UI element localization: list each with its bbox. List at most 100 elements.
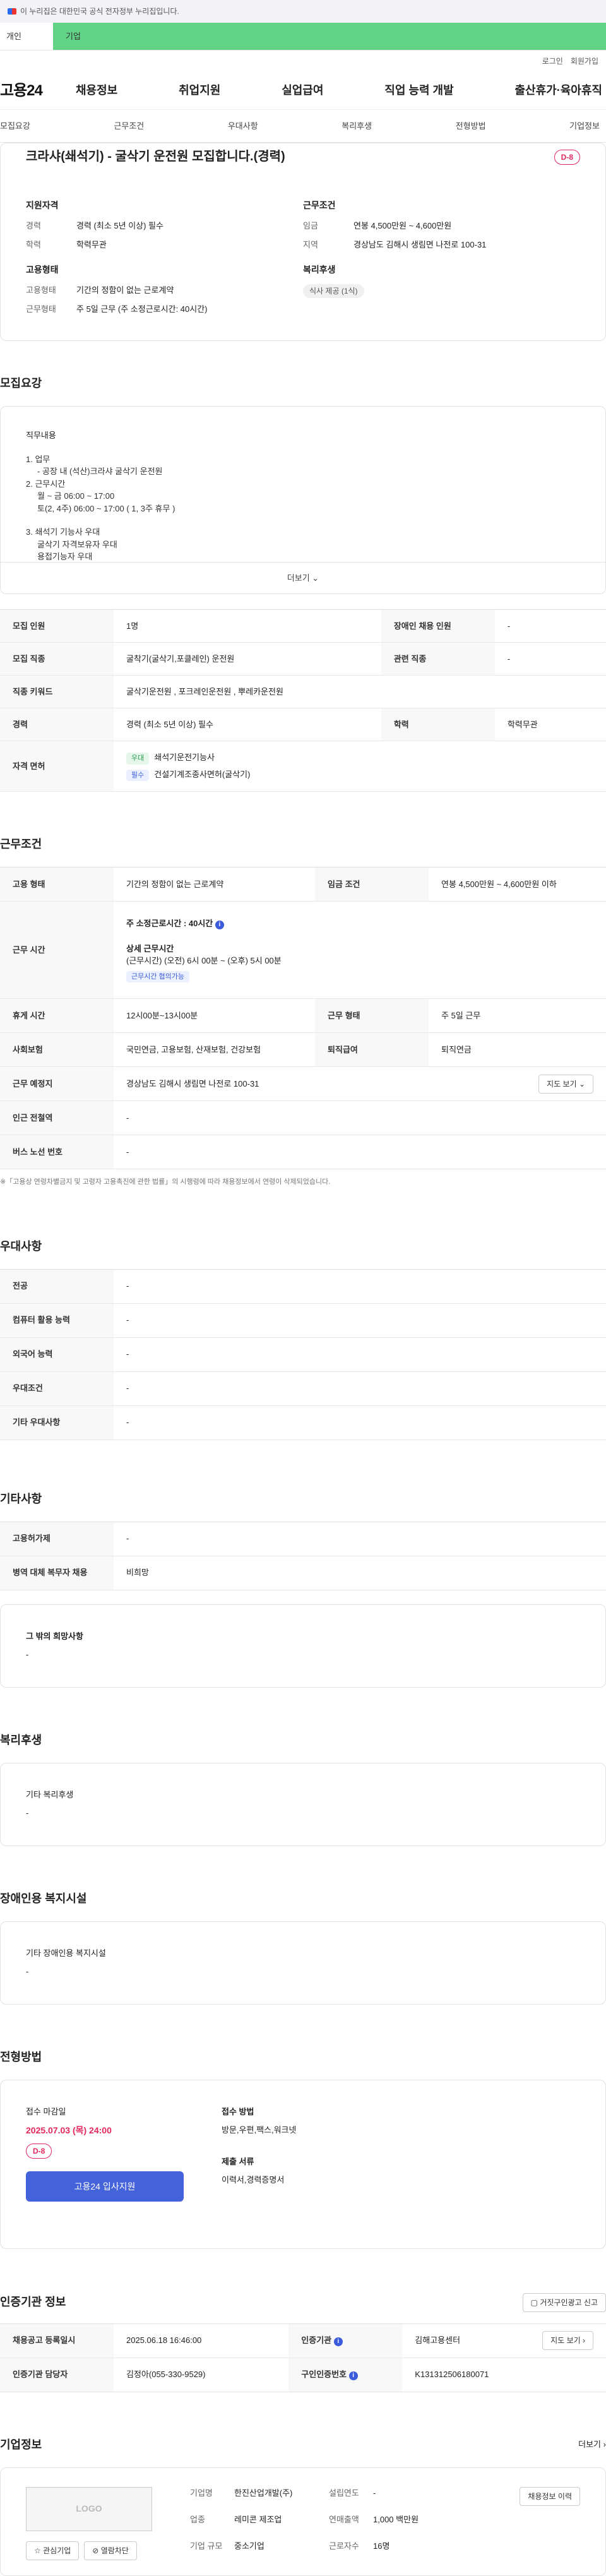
block-icon: ⊘ (92, 2546, 99, 2555)
td: 주 5일 근무 (429, 998, 606, 1033)
td: 경력 (최소 5년 이상) 필수 (114, 708, 381, 741)
history-button[interactable]: 채용정보 이력 (520, 2486, 580, 2506)
gov-banner: 이 누리집은 대한민국 공식 전자정부 누리집입니다. (0, 0, 606, 23)
login-link[interactable]: 로그인 (542, 56, 563, 67)
disabled-value: - (26, 1967, 29, 1976)
info-icon[interactable]: i (348, 2371, 358, 2381)
td: - (114, 1303, 606, 1338)
co-industry-value: 레미콘 제조업 (234, 2514, 282, 2524)
more-label: 더보기 (287, 573, 310, 583)
fav-label: 관심기업 (43, 2546, 71, 2555)
career-label: 경력 (26, 221, 41, 230)
gnb-item-leave[interactable]: 출산휴가·육아휴직 (515, 82, 602, 99)
work-table: 고용 형태 기간의 정함이 없는 근로계약 임금 조건 연봉 4,500만원 ~… (0, 867, 606, 1169)
snb-company[interactable]: 기업정보 (569, 120, 600, 133)
map-label: 지도 보기 (550, 2336, 581, 2345)
edu-value: 학력무관 (76, 239, 107, 249)
company-card: LOGO ☆ 관심기업 ⊘ 열람차단 기업명 한진산업개발(주) 설립연도 - 업종… (0, 2467, 606, 2576)
snb-work[interactable]: 근무조건 (114, 120, 144, 133)
td: - (494, 609, 606, 643)
duty-line: 2. 근무시간 (26, 479, 66, 489)
duty-text: 1. 업무 - 공장 내 (석산)크라샤 굴삭기 운전원 2. 근무시간 월 ~… (26, 453, 580, 563)
tab-company[interactable]: 기업 (53, 23, 606, 50)
td: 굴착기(굴삭기,포클레인) 운전원 (114, 642, 381, 676)
pref-table: 전공 - 컴퓨터 활용 능력 - 외국어 능력 - 우대조건 - 기타 우대사항 - (0, 1268, 606, 1440)
section-nav: 모집요강 근무조건 우대사항 복리후생 전형방법 기업정보 (0, 110, 606, 143)
td: 국민연금, 고용보험, 산재보험, 건강보험 (114, 1032, 316, 1067)
th: 버스 노선 번호 (0, 1135, 114, 1169)
gnb-item-unemployment[interactable]: 실업급여 (282, 82, 323, 99)
co-sales-value: 1,000 백만원 (373, 2514, 419, 2524)
report-label: 거짓구인광고 신고 (540, 2298, 598, 2307)
job-summary-card: 크라샤(쇄석기) - 굴삭기 운전원 모집합니다.(경력) D-8 지원자격 경… (0, 143, 606, 341)
th: 인증기관 담당자 (0, 2358, 114, 2392)
td: 연봉 4,500만원 ~ 4,600만원 이하 (429, 867, 606, 902)
gnb-item-employment-support[interactable]: 취업지원 (179, 82, 220, 99)
snb-pref[interactable]: 우대사항 (228, 120, 258, 133)
site-logo[interactable]: 고용24 (0, 80, 76, 102)
snb-method[interactable]: 전형방법 (456, 120, 486, 133)
td: 1명 (114, 609, 381, 643)
gov-banner-text: 이 누리집은 대한민국 공식 전자정부 누리집입니다. (20, 7, 179, 16)
td: 기간의 정함이 없는 근로계약 (114, 867, 316, 902)
info-icon[interactable]: i (333, 2337, 343, 2347)
td: - (114, 1337, 606, 1372)
block-company-button[interactable]: ⊘ 열람차단 (84, 2541, 137, 2560)
other-wishes-title: 그 밖의 희망사항 (26, 1631, 83, 1641)
etype-value: 기간의 정함이 없는 근로계약 (76, 285, 174, 295)
th: 전공 (0, 1268, 114, 1304)
agency-map-button[interactable]: 지도 보기 › (542, 2331, 593, 2350)
co-founded-value: - (373, 2488, 376, 2498)
duty-card: 직무내용 1. 업무 - 공장 내 (석산)크라샤 굴삭기 운전원 2. 근무시… (0, 406, 606, 594)
apply-button[interactable]: 고용24 입사지원 (26, 2171, 184, 2202)
th: 컴퓨터 활용 능력 (0, 1303, 114, 1338)
report-button[interactable]: ▢ 거짓구인광고 신고 (522, 2293, 606, 2312)
map-button[interactable]: 지도 보기 ⌄ (538, 1074, 593, 1094)
td: - (114, 1405, 606, 1440)
license-2: 건설기계조종사면허(굴삭기) (154, 769, 251, 779)
chevron-down-icon: ⌄ (312, 573, 319, 583)
utility-links: 로그인 회원가입 (0, 51, 606, 72)
user-type-tabs: 개인 기업 (0, 23, 606, 51)
section-title-recruit: 모집요강 (0, 377, 42, 390)
welfare-label: 기타 복리후생 (26, 1789, 74, 1799)
company-more-link[interactable]: 더보기 › (578, 2438, 606, 2451)
th: 기타 우대사항 (0, 1405, 114, 1440)
th: 근무 형태 (315, 998, 429, 1033)
tab-personal[interactable]: 개인 (0, 23, 53, 50)
company-logo: LOGO (26, 2486, 152, 2531)
duty-line: - 공장 내 (석산)크라샤 굴삭기 운전원 (37, 467, 163, 476)
td: 2025.06.18 16:46:00 (114, 2323, 289, 2358)
etype-label: 고용형태 (26, 285, 56, 295)
welfare-pill: 식사 제공 (1식) (303, 284, 364, 298)
section-title-company: 기업정보 (0, 2438, 42, 2451)
td: 학력무관 (494, 708, 606, 741)
join-link[interactable]: 회원가입 (571, 56, 598, 67)
snb-welfare[interactable]: 복리후생 (342, 120, 372, 133)
snb-recruit[interactable]: 모집요강 (0, 120, 30, 133)
th: 임금 조건 (315, 867, 429, 902)
area-label: 지역 (303, 239, 318, 249)
section-title-method: 전형방법 (0, 2050, 42, 2063)
td: - (114, 1371, 606, 1406)
duty-line: 1. 업무 (26, 454, 50, 464)
co-founded-label: 설립연도 (329, 2488, 359, 2498)
area-value: 경상남도 김해시 생림면 나전로 100-31 (354, 239, 487, 249)
gnb-item-training[interactable]: 직업 능력 개발 (384, 82, 453, 99)
favorite-company-button[interactable]: ☆ 관심기업 (26, 2541, 80, 2560)
hours-tag: 근무시간 협의가능 (126, 970, 190, 982)
section-title-pref: 우대사항 (0, 1239, 42, 1253)
docs-label: 제출 서류 (222, 2156, 254, 2166)
th: 자격 면허 (0, 741, 114, 792)
wtype-value: 주 5일 근무 (주 소정근로시간: 40시간) (76, 304, 208, 314)
duty-line: 용접기능자 우대 (37, 552, 93, 561)
license-1: 쇄석기운전기능사 (154, 753, 215, 762)
other-wishes-card: 그 밖의 희망사항 - (0, 1604, 606, 1688)
more-button[interactable]: 더보기 ⌄ (1, 562, 605, 593)
section-title-work: 근무조건 (0, 838, 42, 850)
info-icon[interactable]: i (215, 921, 224, 929)
gnb-item-jobs[interactable]: 채용정보 (76, 82, 117, 99)
agency-value: 김해고용센터 (415, 2335, 461, 2346)
td: 12시00분~13시00분 (114, 998, 316, 1033)
chevron-right-icon: › (603, 2440, 606, 2450)
